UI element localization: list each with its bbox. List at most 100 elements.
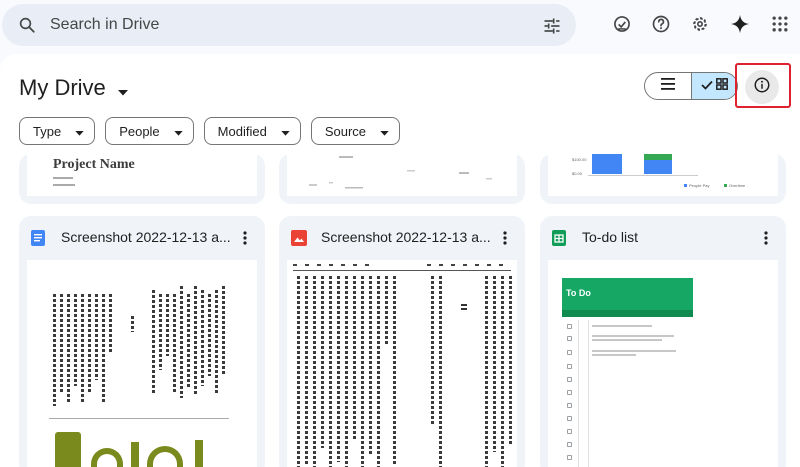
text-column [337, 276, 340, 462]
text-column [369, 276, 372, 456]
file-card[interactable]: To-do list To Do [540, 216, 786, 467]
todo-checkbox [567, 324, 572, 329]
text-column [81, 294, 84, 404]
filter-modified[interactable]: Modified [203, 117, 301, 145]
legend-swatch [684, 184, 687, 187]
todo-line [592, 325, 652, 327]
todo-header: To Do [562, 278, 693, 310]
todo-title: To Do [566, 288, 591, 298]
caret-down-icon [75, 124, 84, 139]
thumbnail-line [293, 264, 377, 266]
text-column [74, 294, 77, 386]
text-column [102, 294, 105, 402]
todo-checkbox [567, 416, 572, 421]
chart-bar [644, 160, 672, 174]
axis-label: $0.00 [572, 171, 583, 176]
text-column [194, 286, 197, 396]
text-column [377, 276, 380, 467]
thumbnail-graphic [195, 440, 203, 467]
thumbnail-chart [309, 156, 492, 189]
search-input[interactable] [50, 12, 520, 38]
text-column [67, 294, 70, 402]
text-column [305, 276, 308, 466]
caret-down-icon [174, 124, 183, 139]
thumbnail-rule [293, 270, 511, 271]
filter-label: Source [324, 123, 367, 139]
more-options-icon[interactable] [756, 228, 776, 248]
help-icon[interactable] [650, 13, 672, 35]
text-column [353, 276, 356, 440]
caret-down-icon [380, 124, 389, 139]
filter-label: People [119, 123, 160, 139]
file-name: To-do list [582, 229, 639, 245]
divider [49, 418, 229, 419]
text-column [187, 294, 190, 388]
text-column [88, 294, 91, 394]
legend-label: People Pay [689, 183, 710, 188]
text-column [53, 294, 56, 406]
file-card[interactable]: $100.00 $0.00 People Pay Overtime [540, 154, 786, 204]
todo-line [592, 335, 674, 337]
text-column [131, 316, 134, 332]
search-icon[interactable] [18, 16, 36, 39]
thumbnail-graphic [131, 442, 139, 467]
file-card[interactable]: Screenshot 2022-12-13 a... [19, 216, 265, 467]
text-column [509, 276, 512, 444]
todo-column-bar [562, 310, 693, 317]
text-column [60, 294, 63, 392]
todo-checkbox [567, 364, 572, 369]
text-column [152, 290, 155, 394]
file-thumbnail [287, 154, 517, 196]
filter-people[interactable]: People [105, 117, 194, 145]
ready-offline-icon[interactable] [611, 13, 633, 35]
text-column [166, 294, 169, 356]
text-column [173, 294, 176, 394]
check-icon [701, 77, 713, 95]
text-column [385, 276, 388, 346]
apps-grid-icon[interactable] [769, 13, 791, 35]
grid-view-button[interactable] [690, 73, 737, 99]
file-thumbnail [287, 260, 517, 467]
thumbnail-graphic [147, 446, 183, 467]
todo-checkbox [567, 390, 572, 395]
text-column [345, 276, 348, 467]
caret-down-icon [117, 76, 128, 102]
file-card-header: Screenshot 2022-12-13 a... [19, 216, 265, 258]
text-column [439, 276, 442, 467]
grid-line [588, 320, 589, 467]
todo-line [592, 339, 662, 341]
text-column [321, 276, 324, 448]
file-thumbnail: Project Name [27, 154, 257, 196]
google-docs-icon [31, 230, 47, 246]
list-icon [660, 77, 675, 95]
my-drive-menu[interactable]: My Drive [19, 74, 128, 102]
filter-source[interactable]: Source [310, 117, 401, 145]
thumbnail-line [427, 264, 507, 266]
file-card[interactable]: Screenshot 2022-12-13 a... [279, 216, 525, 467]
text-column [159, 294, 162, 370]
main-panel: My Drive Type People Modified Source Pro… [0, 54, 800, 467]
file-card-header: To-do list [540, 216, 786, 258]
filter-label: Modified [217, 123, 267, 139]
thumbnail-graphic [91, 448, 123, 467]
tune-icon[interactable] [542, 16, 562, 41]
thumbnail-graphic [55, 432, 81, 467]
gemini-sparkle-icon[interactable] [729, 13, 751, 35]
file-thumbnail: $100.00 $0.00 People Pay Overtime [548, 154, 778, 196]
filter-type[interactable]: Type [19, 117, 96, 145]
list-view-button[interactable] [645, 73, 691, 99]
view-details-button[interactable] [745, 70, 779, 104]
text-column [109, 294, 112, 354]
text-column [297, 276, 300, 467]
more-options-icon[interactable] [235, 228, 255, 248]
file-card[interactable]: Project Name [19, 154, 265, 204]
file-card[interactable] [279, 154, 525, 204]
more-options-icon[interactable] [495, 228, 515, 248]
settings-icon[interactable] [689, 13, 711, 35]
todo-checkbox [567, 442, 572, 447]
todo-checkbox [567, 403, 572, 408]
grid-line [578, 320, 579, 467]
search-bar[interactable] [2, 4, 576, 46]
file-thumbnail [27, 260, 257, 467]
thumbnail-text: Project Name [53, 157, 135, 172]
